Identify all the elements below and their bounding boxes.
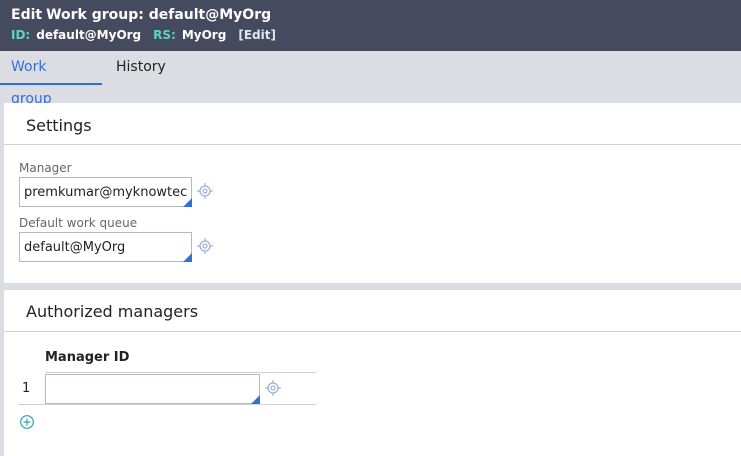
page-title: Work group: default@MyOrg [46,7,272,23]
row-number: 1 [22,381,31,396]
settings-title: Settings [26,116,92,135]
edit-label: Edit [11,7,43,23]
crosshair-icon[interactable] [197,183,213,199]
rs-value: MyOrg [181,28,227,42]
tab-work-group[interactable]: Work group [0,51,102,107]
header-rule [45,372,316,373]
manager-input[interactable] [19,177,192,207]
rs-label: RS: [153,28,176,42]
autocomplete-corner-icon [183,198,192,207]
page-header: Edit Work group: default@MyOrg ID: default… [0,0,741,51]
column-header-manager-id: Manager ID [45,350,130,365]
tab-bar: Work group History [0,51,741,107]
crosshair-icon[interactable] [197,238,213,254]
queue-label: Default work queue [19,216,138,230]
header-title-line: Edit Work group: default@MyOrg [11,6,730,24]
edit-link[interactable]: [Edit] [238,28,276,42]
settings-section: Settings Manager Default work queue [4,103,741,283]
plus-circle-icon[interactable] [19,414,35,430]
crosshair-icon[interactable] [265,380,281,396]
header-meta: ID: default@MyOrg RS: MyOrg [Edit] [11,27,730,43]
managers-title: Authorized managers [26,302,199,321]
manager-id-input[interactable] [45,374,260,404]
autocomplete-corner-icon [183,253,192,262]
tab-history[interactable]: History [105,51,177,85]
id-label: ID: [11,28,31,42]
settings-divider [4,144,741,145]
autocomplete-corner-icon [251,395,260,404]
managers-divider [4,331,741,332]
authorized-managers-section: Authorized managers Manager ID 1 [4,290,741,456]
row-rule [18,404,316,405]
manager-label: Manager [19,161,72,175]
work-queue-input[interactable] [19,232,192,262]
id-value: default@MyOrg [36,28,142,42]
